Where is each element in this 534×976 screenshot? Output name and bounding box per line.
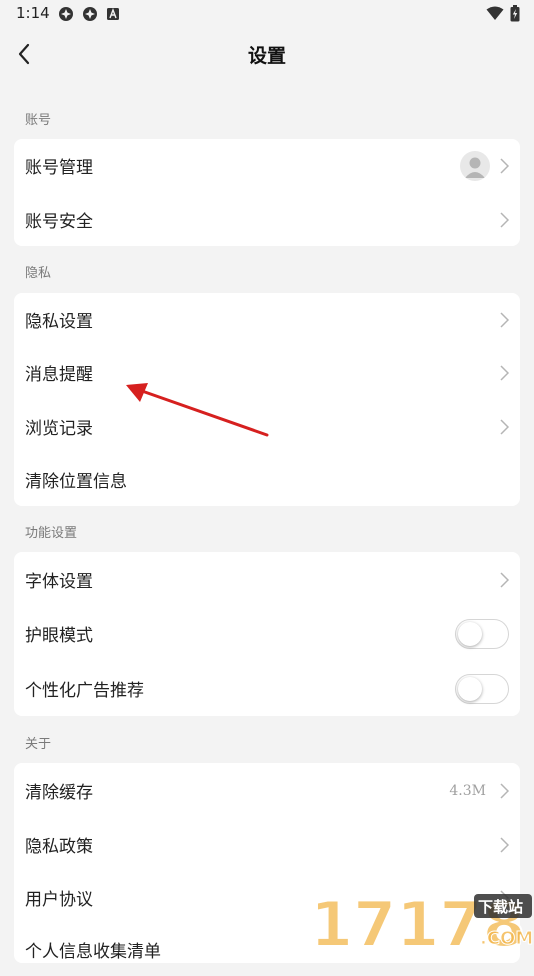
- row-eye-protection-mode: 护眼模式: [14, 607, 520, 660]
- chevron-right-icon: [500, 836, 510, 853]
- chevron-right-icon: [500, 364, 510, 381]
- app-notification-icon: [83, 7, 97, 21]
- annotation-arrow-icon: [126, 383, 269, 437]
- status-system-icons: [486, 5, 520, 22]
- row-label: 账号管理: [25, 158, 93, 178]
- chevron-right-icon: [500, 311, 510, 328]
- row-personalized-ads: 个性化广告推荐: [14, 662, 520, 715]
- status-bar: 1:14: [0, 0, 534, 28]
- section-header-about: 关于: [25, 737, 52, 752]
- navigation-bar: 设置: [0, 28, 534, 80]
- row-clear-location-info[interactable]: 清除位置信息: [14, 453, 520, 506]
- section-header-account: 账号: [25, 113, 52, 128]
- cache-size-value: 4.3M: [449, 782, 486, 799]
- avatar: [460, 150, 490, 181]
- chevron-right-icon: [500, 418, 510, 435]
- chevron-right-icon: [500, 782, 510, 799]
- row-label: 隐私政策: [25, 837, 93, 857]
- row-account-management[interactable]: 账号管理: [14, 139, 520, 192]
- default-avatar-icon: [465, 157, 485, 178]
- chevron-right-icon: [500, 571, 510, 588]
- row-label: 清除缓存: [25, 783, 93, 803]
- svg-text:下载站: 下载站: [478, 898, 523, 916]
- chevron-right-icon: [500, 211, 510, 228]
- app-notification-icon: [59, 7, 73, 21]
- row-label: 用户协议: [25, 890, 93, 910]
- section-header-features: 功能设置: [25, 526, 78, 541]
- page-title: 设置: [247, 45, 286, 67]
- row-label: 账号安全: [25, 212, 93, 232]
- row-clear-cache[interactable]: 清除缓存 4.3M: [14, 764, 520, 817]
- row-label: 个性化广告推荐: [25, 681, 144, 701]
- row-account-security[interactable]: 账号安全: [14, 193, 520, 246]
- toggle-knob: [458, 676, 482, 701]
- status-time: 1:14: [16, 4, 50, 22]
- features-card: 字体设置 护眼模式 个性化广告推荐: [14, 552, 520, 716]
- row-label: 护眼模式: [25, 626, 93, 646]
- row-label: 浏览记录: [25, 419, 93, 439]
- chevron-right-icon: [500, 157, 510, 174]
- toggle-knob: [458, 621, 482, 646]
- personalized-ads-toggle[interactable]: [455, 673, 509, 704]
- status-notification-icons: [58, 6, 120, 22]
- row-label: 清除位置信息: [25, 472, 127, 492]
- wifi-icon: [486, 6, 504, 20]
- keyboard-notification-icon: [107, 8, 119, 20]
- site-watermark-logo: 17178 下载站 .COM: [309, 888, 534, 950]
- row-font-settings[interactable]: 字体设置: [14, 553, 520, 606]
- row-label: 隐私设置: [25, 312, 93, 332]
- row-label: 消息提醒: [25, 365, 93, 385]
- svg-text:.COM: .COM: [480, 928, 533, 949]
- battery-charging-icon: [510, 5, 520, 22]
- eye-mode-toggle[interactable]: [455, 618, 509, 649]
- row-privacy-policy[interactable]: 隐私政策: [14, 818, 520, 871]
- section-header-privacy: 隐私: [25, 266, 52, 281]
- row-privacy-settings[interactable]: 隐私设置: [14, 293, 520, 346]
- account-card: 账号管理 账号安全: [14, 139, 520, 246]
- row-label: 字体设置: [25, 572, 93, 592]
